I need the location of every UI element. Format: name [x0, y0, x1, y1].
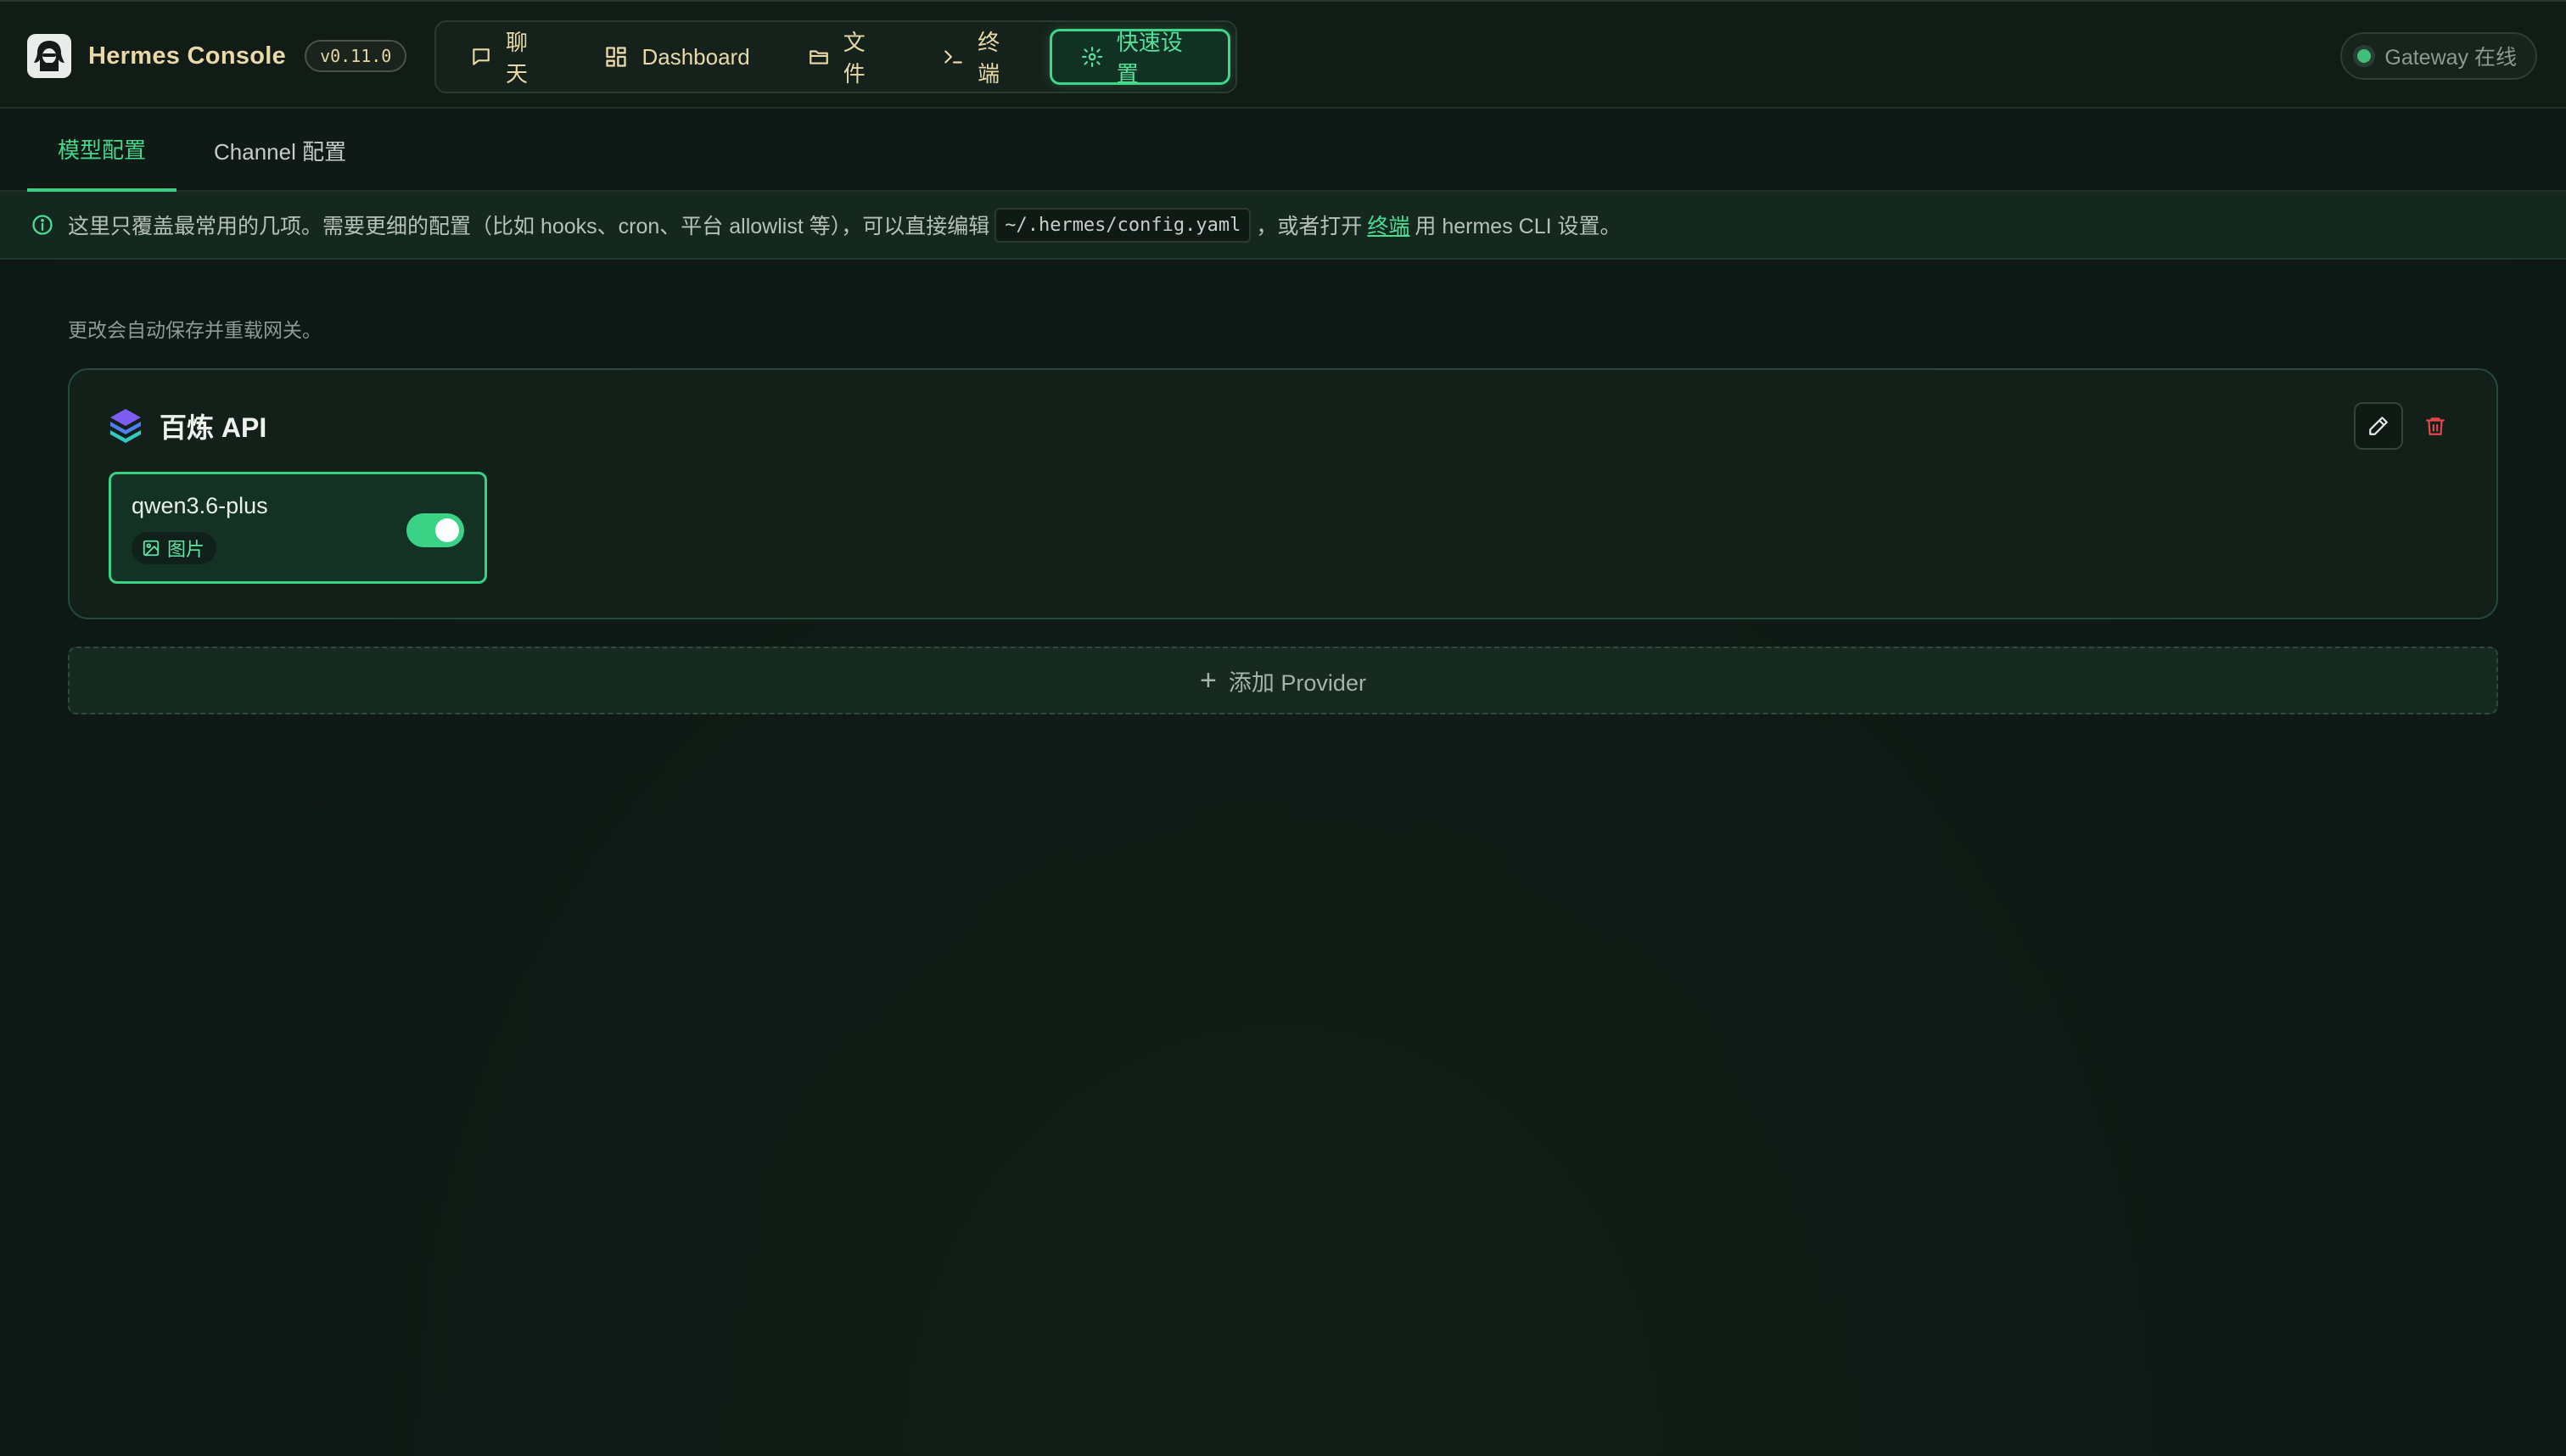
nav-item-terminal[interactable]: 终端 [913, 29, 1047, 87]
provider-name: 百炼 API [160, 412, 267, 443]
gateway-status: Gateway 在线 [2340, 32, 2537, 80]
gear-icon [1081, 46, 1102, 68]
pencil-icon [2369, 417, 2388, 435]
nav-label-dashboard: Dashboard [642, 43, 750, 70]
version-badge: v0.11.0 [305, 40, 407, 72]
chat-icon [473, 48, 490, 65]
terminal-icon [944, 50, 962, 64]
banner-text-after: 用 hermes CLI 设置。 [1415, 215, 1622, 238]
nav-label-terminal: 终端 [978, 30, 1000, 87]
image-icon [143, 540, 160, 557]
add-provider-button[interactable]: + 添加 Provider [68, 647, 2498, 714]
status-dot-icon [2357, 49, 2372, 63]
model-enable-toggle[interactable] [406, 513, 464, 547]
app-logo-icon [27, 34, 71, 78]
delete-provider-button[interactable] [2412, 402, 2459, 450]
provider-logo-icon [110, 409, 141, 443]
banner-text: 这里只覆盖最常用的几项。需要更细的配置（比如 hooks、cron、平台 all… [68, 215, 990, 238]
info-banner: 这里只覆盖最常用的几项。需要更细的配置（比如 hooks、cron、平台 all… [0, 192, 2566, 260]
nav-item-files[interactable]: 文件 [779, 29, 913, 87]
settings-tabs: 模型配置 Channel 配置 [0, 109, 2566, 192]
autosave-note: 更改会自动保存并重载网关。 [68, 319, 322, 341]
config-path-code: ~/.hermes/config.yaml [994, 207, 1252, 243]
plus-icon: + [1200, 664, 1217, 697]
info-icon [32, 215, 53, 235]
dashboard-icon [606, 47, 627, 67]
capability-badge: 图片 [132, 532, 217, 564]
brand: Hermes Console v0.11.0 [27, 32, 407, 80]
app-title: Hermes Console [88, 42, 287, 70]
page: Hermes Console v0.11.0 聊天 Dashboard 文件 终… [0, 0, 2566, 1456]
tab-model-config[interactable]: 模型配置 [27, 109, 176, 192]
top-bar: Hermes Console v0.11.0 聊天 Dashboard 文件 终… [0, 0, 2566, 109]
add-provider-label: 添加 Provider [1228, 669, 1366, 696]
edit-provider-button[interactable] [2354, 402, 2403, 450]
gateway-status-label: Gateway 在线 [2384, 46, 2517, 70]
nav-label-chat: 聊天 [506, 30, 529, 87]
provider-header: 百炼 API [109, 404, 266, 448]
folder-icon [809, 50, 828, 64]
nav-item-chat[interactable]: 聊天 [441, 29, 575, 87]
banner-text-middle: ，或者打开 [1256, 215, 1363, 238]
nav-item-dashboard[interactable]: Dashboard [575, 29, 778, 85]
nav-label-files: 文件 [843, 30, 866, 87]
trash-icon [2426, 417, 2445, 435]
toggle-knob [435, 518, 459, 542]
nav-label-quick-settings: 快速设置 [1116, 30, 1183, 87]
nav-item-quick-settings[interactable]: 快速设置 [1049, 29, 1230, 87]
main-nav: 聊天 Dashboard 文件 终端 快速设置 [434, 20, 1237, 93]
tab-channel-config[interactable]: Channel 配置 [214, 109, 346, 192]
provider-card: 百炼 API qwen3.6-plus 图片 [68, 368, 2498, 619]
model-name: qwen3.6-plus [132, 493, 268, 518]
terminal-link[interactable]: 终端 [1367, 210, 1409, 240]
model-card[interactable]: qwen3.6-plus 图片 [109, 472, 487, 584]
capability-label: 图片 [167, 539, 205, 560]
